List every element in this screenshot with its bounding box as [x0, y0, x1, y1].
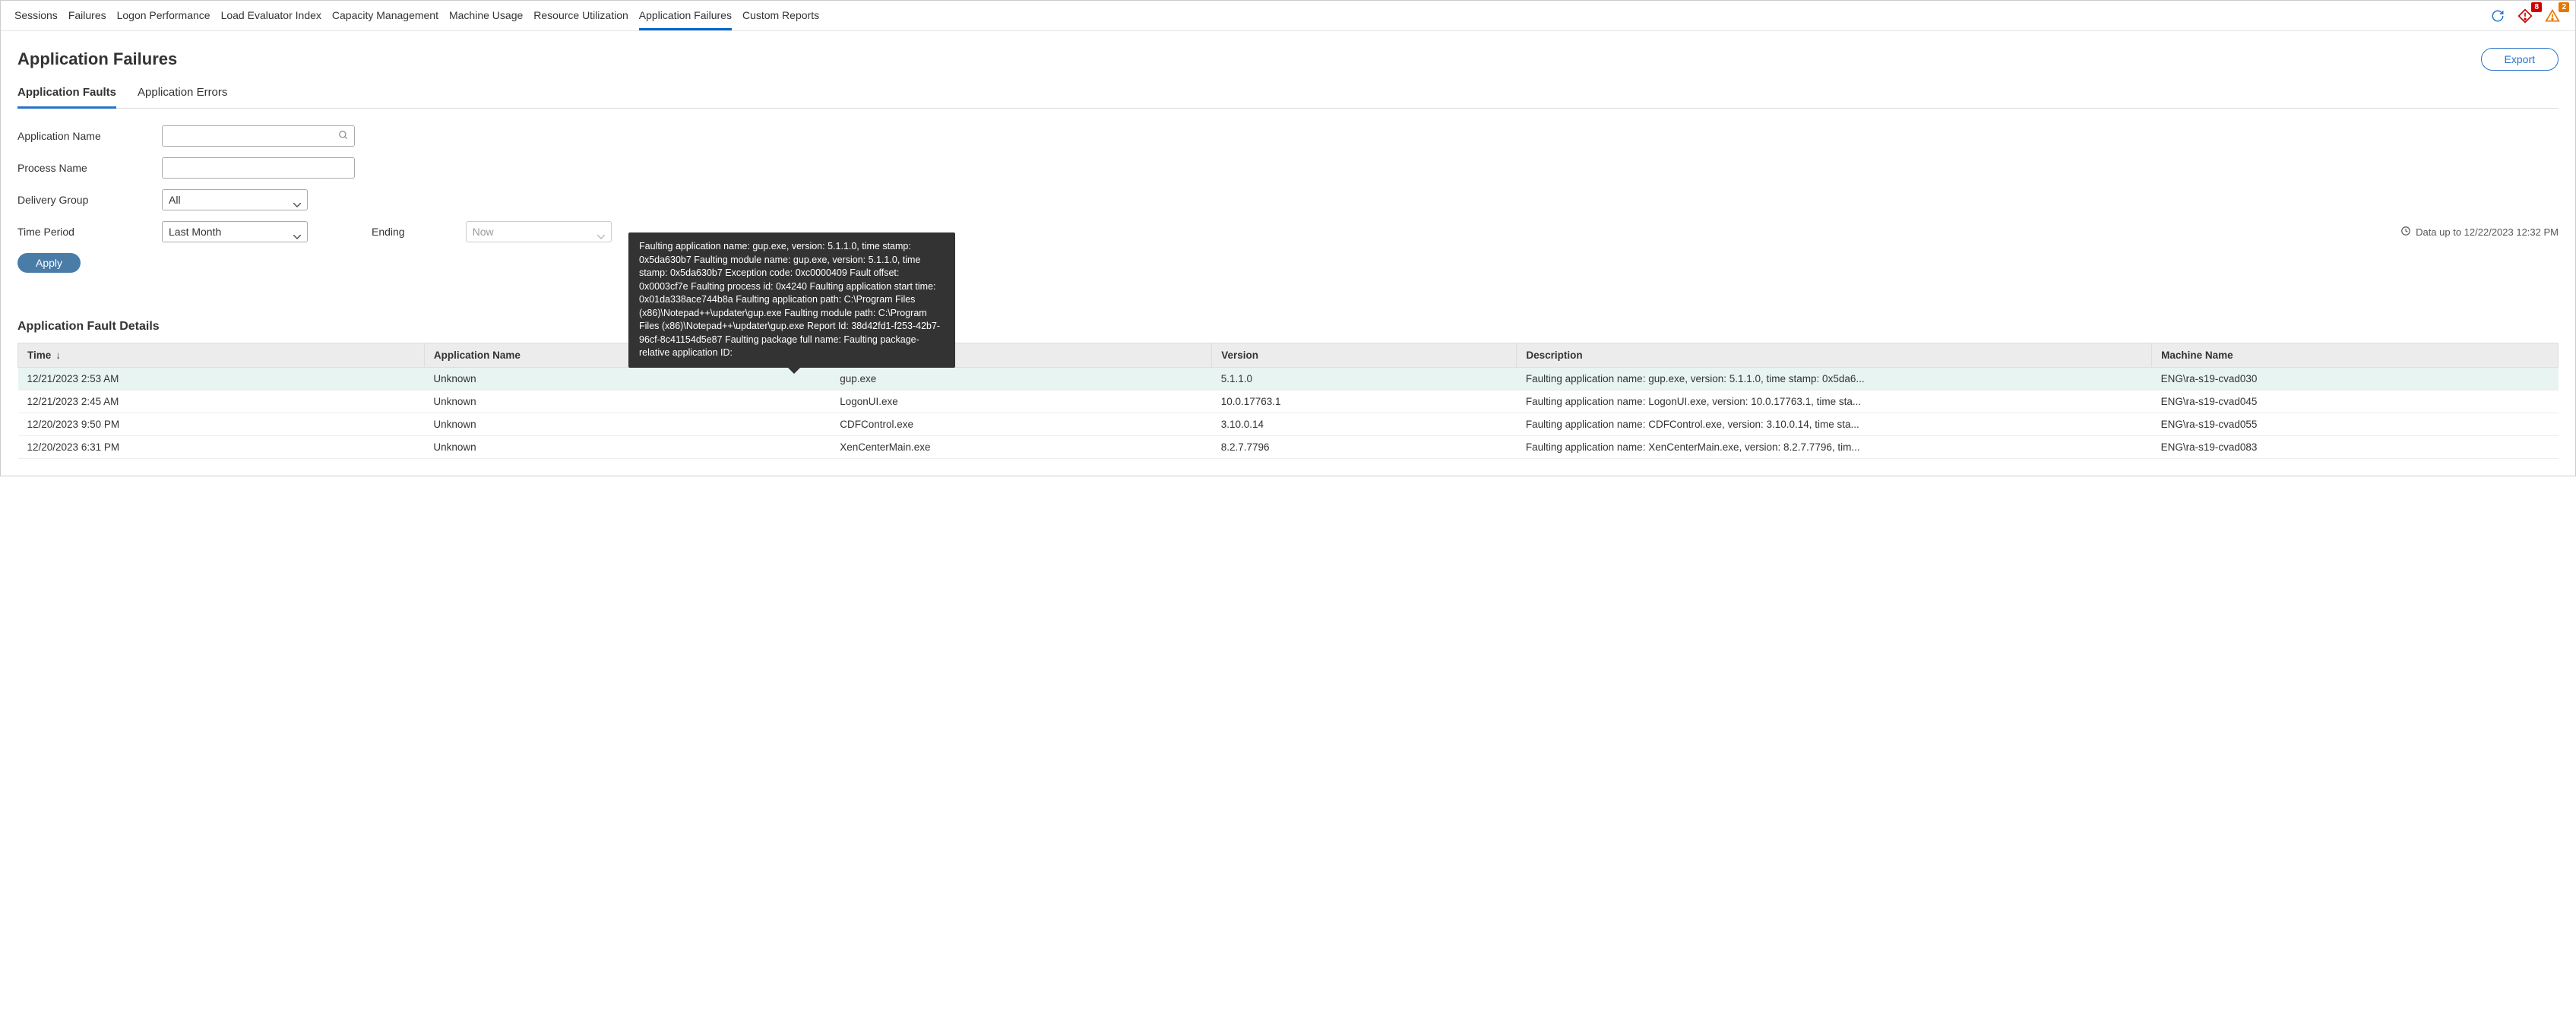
- label-application-name: Application Name: [17, 130, 162, 142]
- tab-application-errors[interactable]: Application Errors: [138, 86, 227, 108]
- time-period-select[interactable]: Last Month: [162, 221, 308, 242]
- nav-tab-resource-utilization[interactable]: Resource Utilization: [533, 2, 628, 30]
- nav-tab-custom-reports[interactable]: Custom Reports: [742, 2, 819, 30]
- application-name-input[interactable]: [162, 125, 355, 147]
- label-time-period: Time Period: [17, 226, 162, 238]
- nav-tabs: Sessions Failures Logon Performance Load Ev…: [14, 2, 2489, 30]
- chevron-down-icon: [293, 229, 301, 242]
- data-upto-label: Data up to 12/22/2023 12:32 PM: [2400, 226, 2559, 239]
- warnings-badge: 2: [2559, 2, 2569, 12]
- table-row[interactable]: 12/21/2023 2:53 AMUnknowngup.exe5.1.1.0F…: [18, 368, 2559, 391]
- delivery-group-select[interactable]: All: [162, 189, 308, 210]
- alerts-badge: 8: [2531, 2, 2542, 12]
- nav-tab-sessions[interactable]: Sessions: [14, 2, 58, 30]
- col-description[interactable]: Description: [1517, 343, 2152, 368]
- col-machine-name[interactable]: Machine Name: [2152, 343, 2559, 368]
- ending-select[interactable]: Now: [466, 221, 612, 242]
- nav-tab-load-evaluator-index[interactable]: Load Evaluator Index: [221, 2, 321, 30]
- alerts-icon[interactable]: 8: [2516, 7, 2534, 25]
- fault-details-table: Time↓ Application Name Process Name Vers…: [17, 343, 2559, 459]
- refresh-icon[interactable]: [2489, 7, 2507, 25]
- nav-tab-capacity-management[interactable]: Capacity Management: [332, 2, 438, 30]
- nav-tab-failures[interactable]: Failures: [68, 2, 106, 30]
- clock-icon: [2400, 226, 2411, 239]
- tab-application-faults[interactable]: Application Faults: [17, 86, 116, 109]
- chevron-down-icon: [597, 229, 605, 242]
- nav-tab-logon-performance[interactable]: Logon Performance: [117, 2, 210, 30]
- export-button[interactable]: Export: [2481, 48, 2559, 71]
- section-title: Application Fault Details: [17, 320, 2559, 334]
- col-version[interactable]: Version: [1212, 343, 1517, 368]
- warnings-icon[interactable]: 2: [2543, 7, 2562, 25]
- process-name-input[interactable]: [162, 157, 355, 179]
- nav-tab-machine-usage[interactable]: Machine Usage: [449, 2, 523, 30]
- label-ending: Ending: [372, 226, 405, 238]
- search-icon: [338, 130, 349, 144]
- page-title: Application Failures: [17, 49, 177, 69]
- table-row[interactable]: 12/20/2023 9:50 PMUnknownCDFControl.exe3…: [18, 413, 2559, 436]
- label-delivery-group: Delivery Group: [17, 194, 162, 206]
- sort-desc-icon: ↓: [55, 350, 61, 361]
- col-time[interactable]: Time↓: [18, 343, 425, 368]
- apply-button[interactable]: Apply: [17, 253, 81, 273]
- table-row[interactable]: 12/21/2023 2:45 AMUnknownLogonUI.exe10.0…: [18, 391, 2559, 413]
- nav-tab-application-failures[interactable]: Application Failures: [639, 2, 732, 30]
- label-process-name: Process Name: [17, 162, 162, 174]
- table-row[interactable]: 12/20/2023 6:31 PMUnknownXenCenterMain.e…: [18, 436, 2559, 459]
- description-tooltip: Faulting application name: gup.exe, vers…: [628, 232, 955, 368]
- chevron-down-icon: [293, 198, 301, 210]
